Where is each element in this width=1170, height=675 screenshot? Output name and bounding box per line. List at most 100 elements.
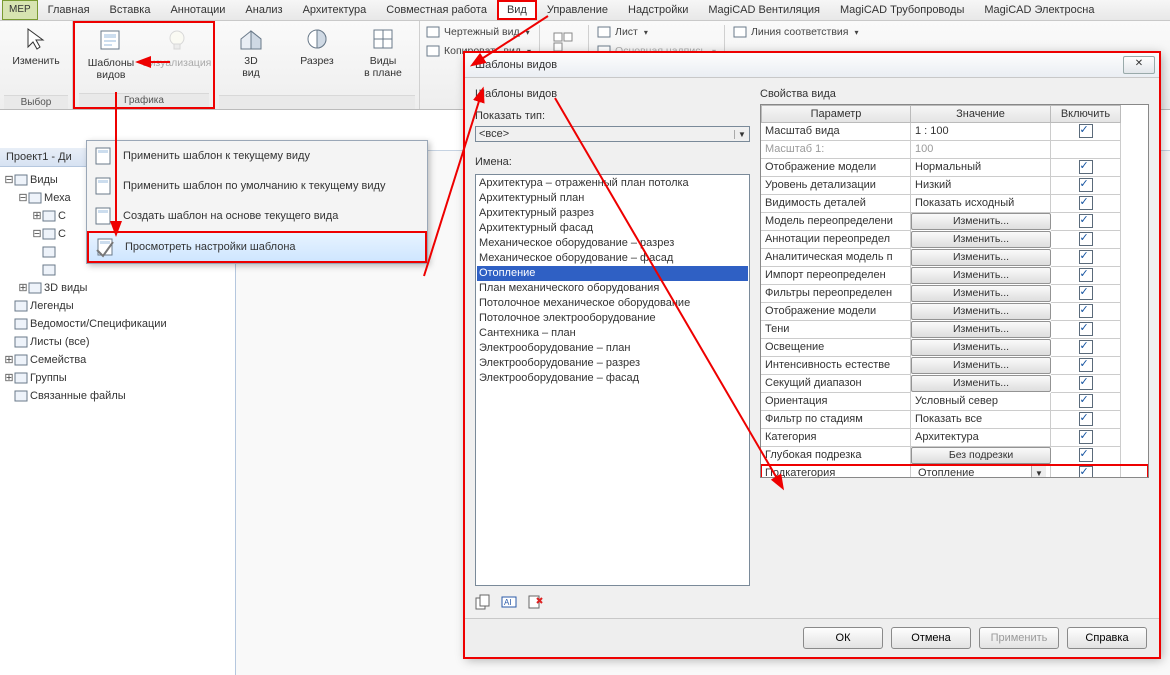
3d-view-button[interactable]: 3D вид: [219, 23, 283, 81]
menu-архитектура[interactable]: Архитектура: [293, 0, 377, 20]
grid-row[interactable]: ОриентацияУсловный север: [761, 393, 1148, 411]
cell-value[interactable]: Низкий: [911, 177, 1051, 195]
cell-value[interactable]: Изменить...: [911, 267, 1051, 284]
ok-button[interactable]: ОК: [803, 627, 883, 649]
cell-include[interactable]: [1051, 159, 1121, 177]
cancel-button[interactable]: Отмена: [891, 627, 971, 649]
grid-row[interactable]: Глубокая подрезкаБез подрезки: [761, 447, 1148, 465]
grid-row[interactable]: Фильтр по стадиямПоказать все: [761, 411, 1148, 429]
cell-include[interactable]: [1051, 177, 1121, 195]
duplicate-icon[interactable]: [475, 594, 491, 610]
cell-include[interactable]: [1051, 231, 1121, 249]
cell-include[interactable]: [1051, 357, 1121, 375]
tree-node[interactable]: Ведомости/Спецификации: [4, 315, 231, 333]
checkbox[interactable]: [1079, 268, 1093, 282]
cell-value[interactable]: Условный север: [911, 393, 1051, 411]
checkbox[interactable]: [1079, 160, 1093, 174]
menu-аннотации[interactable]: Аннотации: [160, 0, 235, 20]
grid-row[interactable]: ПодкатегорияОтопление▼: [761, 465, 1148, 478]
checkbox[interactable]: [1079, 412, 1093, 426]
cell-value[interactable]: Изменить...: [911, 231, 1051, 248]
template-item[interactable]: Механическое оборудование – разрез: [477, 236, 748, 251]
cell-include[interactable]: [1051, 123, 1121, 141]
cell-value[interactable]: Изменить...: [911, 249, 1051, 266]
cell-value[interactable]: 100: [911, 141, 1051, 159]
delete-icon[interactable]: [527, 594, 543, 610]
cell-value[interactable]: Отопление▼: [911, 465, 1051, 478]
template-item[interactable]: Архитектурный разрез: [477, 206, 748, 221]
cell-value[interactable]: Изменить...: [911, 375, 1051, 392]
grid-row[interactable]: КатегорияАрхитектура: [761, 429, 1148, 447]
section-button[interactable]: Разрез: [285, 23, 349, 69]
grid-row[interactable]: Интенсивность естествеИзменить...: [761, 357, 1148, 375]
grid-row[interactable]: Отображение моделиИзменить...: [761, 303, 1148, 321]
menu-надстройки[interactable]: Надстройки: [618, 0, 698, 20]
checkbox[interactable]: [1079, 286, 1093, 300]
tree-node[interactable]: ⊞Семейства: [4, 351, 231, 369]
checkbox[interactable]: [1079, 214, 1093, 228]
checkbox[interactable]: [1079, 448, 1093, 462]
cell-value[interactable]: 1 : 100: [911, 123, 1051, 141]
cell-value[interactable]: Изменить...: [911, 285, 1051, 302]
template-item[interactable]: Сантехника – план: [477, 326, 748, 341]
cell-include[interactable]: [1051, 393, 1121, 411]
help-button[interactable]: Справка: [1067, 627, 1147, 649]
checkbox[interactable]: [1079, 340, 1093, 354]
cell-include[interactable]: [1051, 321, 1121, 339]
menu-вид[interactable]: Вид: [497, 0, 537, 20]
checkbox[interactable]: [1079, 232, 1093, 246]
rename-icon[interactable]: AI: [501, 594, 517, 610]
template-item[interactable]: Архитектурный фасад: [477, 221, 748, 236]
grid-row[interactable]: Модель переопределениИзменить...: [761, 213, 1148, 231]
template-item[interactable]: Электрооборудование – фасад: [477, 371, 748, 386]
checkbox[interactable]: [1079, 250, 1093, 264]
modify-button[interactable]: Изменить: [4, 23, 68, 69]
ribbon-draft[interactable]: Чертежный вид▾: [426, 23, 531, 41]
cell-include[interactable]: [1051, 303, 1121, 321]
menu-управление[interactable]: Управление: [537, 0, 618, 20]
checkbox[interactable]: [1079, 196, 1093, 210]
cell-value[interactable]: Изменить...: [911, 339, 1051, 356]
cell-value[interactable]: Изменить...: [911, 213, 1051, 230]
cell-value[interactable]: Показать все: [911, 411, 1051, 429]
cell-value[interactable]: Показать исходный: [911, 195, 1051, 213]
grid-row[interactable]: Масштаб 1:100: [761, 141, 1148, 159]
cell-include[interactable]: [1051, 285, 1121, 303]
checkbox[interactable]: [1079, 304, 1093, 318]
tree-node[interactable]: Легенды: [4, 297, 231, 315]
grid-row[interactable]: Отображение моделиНормальный: [761, 159, 1148, 177]
cell-value[interactable]: Нормальный: [911, 159, 1051, 177]
grid-row[interactable]: Уровень детализацииНизкий: [761, 177, 1148, 195]
cell-include[interactable]: [1051, 141, 1121, 159]
ctx-item-2[interactable]: Создать шаблон на основе текущего вида: [87, 201, 427, 231]
grid-row[interactable]: Аналитическая модель пИзменить...: [761, 249, 1148, 267]
ctx-item-0[interactable]: Применить шаблон к текущему виду: [87, 141, 427, 171]
cell-value[interactable]: Изменить...: [911, 321, 1051, 338]
menu-magicad трубопроводы[interactable]: MagiCAD Трубопроводы: [830, 0, 974, 20]
checkbox[interactable]: [1079, 376, 1093, 390]
checkbox[interactable]: [1079, 430, 1093, 444]
checkbox[interactable]: [1079, 124, 1093, 138]
menu-совместная работа[interactable]: Совместная работа: [376, 0, 497, 20]
cell-include[interactable]: [1051, 249, 1121, 267]
checkbox[interactable]: [1079, 466, 1093, 478]
template-item[interactable]: Электрооборудование – план: [477, 341, 748, 356]
template-item[interactable]: Механическое оборудование – фасад: [477, 251, 748, 266]
close-icon[interactable]: ✕: [1123, 56, 1155, 74]
cell-include[interactable]: [1051, 267, 1121, 285]
tree-node[interactable]: ⊞Группы: [4, 369, 231, 387]
template-item[interactable]: Потолочное механическое оборудование: [477, 296, 748, 311]
view-templates-button[interactable]: Шаблоны видов: [79, 25, 143, 83]
grid-row[interactable]: Аннотации переопределИзменить...: [761, 231, 1148, 249]
template-item[interactable]: План механического оборудования: [477, 281, 748, 296]
show-type-combo[interactable]: <все> ▼: [475, 126, 750, 142]
tree-node[interactable]: Листы (все): [4, 333, 231, 351]
cell-value[interactable]: Изменить...: [911, 357, 1051, 374]
checkbox[interactable]: [1079, 394, 1093, 408]
menu-анализ[interactable]: Анализ: [235, 0, 292, 20]
checkbox[interactable]: [1079, 358, 1093, 372]
cell-value[interactable]: Изменить...: [911, 303, 1051, 320]
apply-button[interactable]: Применить: [979, 627, 1059, 649]
cell-include[interactable]: [1051, 411, 1121, 429]
template-item[interactable]: Отопление: [477, 266, 748, 281]
